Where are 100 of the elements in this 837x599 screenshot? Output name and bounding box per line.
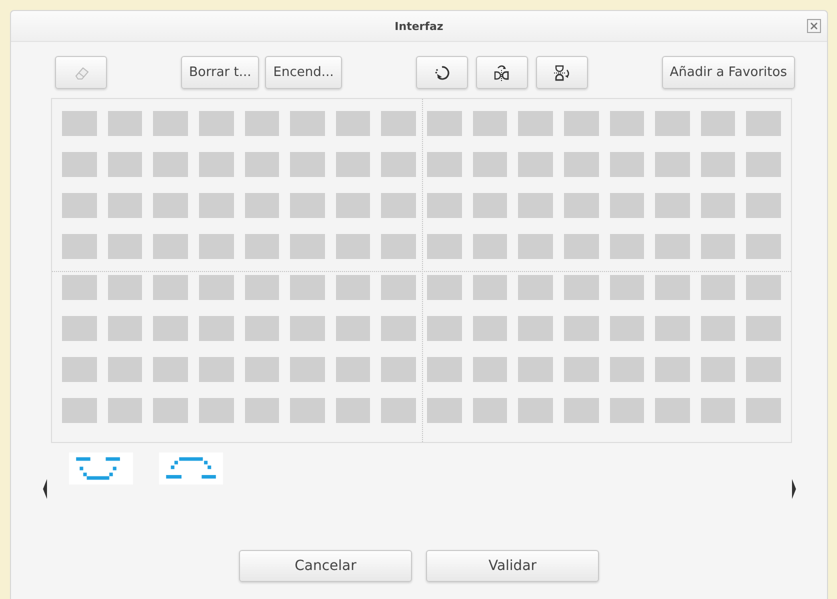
led-cell[interactable] <box>108 316 142 341</box>
led-cell[interactable] <box>564 357 598 382</box>
led-cell[interactable] <box>655 111 690 136</box>
led-cell[interactable] <box>564 316 598 341</box>
led-cell[interactable] <box>290 193 325 218</box>
led-cell[interactable] <box>62 193 97 218</box>
led-cell[interactable] <box>427 357 462 382</box>
led-cell[interactable] <box>472 234 508 259</box>
led-cell[interactable] <box>336 398 370 423</box>
led-cell[interactable] <box>108 152 142 177</box>
led-cell[interactable] <box>472 152 508 177</box>
led-cell[interactable] <box>244 152 280 177</box>
toolbar-button[interactable]: Encend... <box>265 56 342 89</box>
eraser-button[interactable] <box>55 56 107 89</box>
led-cell[interactable] <box>746 152 781 177</box>
led-cell[interactable] <box>244 357 280 382</box>
led-cell[interactable] <box>564 193 598 218</box>
led-cell[interactable] <box>610 234 644 259</box>
led-cell[interactable] <box>198 398 234 423</box>
led-cell[interactable] <box>472 357 508 382</box>
led-cell[interactable] <box>381 357 416 382</box>
dialog-button[interactable]: Cancelar <box>239 550 412 582</box>
led-cell[interactable] <box>336 193 370 218</box>
led-cell[interactable] <box>290 316 325 341</box>
led-cell[interactable] <box>746 275 781 300</box>
led-cell[interactable] <box>108 398 142 423</box>
led-cell[interactable] <box>427 275 462 300</box>
led-cell[interactable] <box>700 275 736 300</box>
led-cell[interactable] <box>244 316 280 341</box>
led-cell[interactable] <box>108 234 142 259</box>
led-cell[interactable] <box>700 234 736 259</box>
led-cell[interactable] <box>472 398 508 423</box>
led-cell[interactable] <box>610 398 644 423</box>
led-cell[interactable] <box>655 152 690 177</box>
led-cell[interactable] <box>153 316 188 341</box>
led-cell[interactable] <box>518 234 553 259</box>
led-cell[interactable] <box>198 275 234 300</box>
led-cell[interactable] <box>108 357 142 382</box>
led-cell[interactable] <box>290 234 325 259</box>
close-icon[interactable] <box>807 19 821 33</box>
led-cell[interactable] <box>472 316 508 341</box>
led-cell[interactable] <box>381 398 416 423</box>
led-cell[interactable] <box>381 316 416 341</box>
led-cell[interactable] <box>198 193 234 218</box>
led-cell[interactable] <box>381 111 416 136</box>
mirror-button[interactable] <box>476 56 528 89</box>
led-cell[interactable] <box>610 111 644 136</box>
toolbar-button[interactable]: Borrar t... <box>181 56 260 89</box>
dialog-button[interactable]: Validar <box>426 550 599 582</box>
led-cell[interactable] <box>381 193 416 218</box>
led-cell[interactable] <box>153 193 188 218</box>
led-cell[interactable] <box>427 398 462 423</box>
led-cell[interactable] <box>153 152 188 177</box>
led-cell[interactable] <box>564 111 598 136</box>
led-cell[interactable] <box>564 234 598 259</box>
led-cell[interactable] <box>700 152 736 177</box>
led-cell[interactable] <box>198 234 234 259</box>
led-cell[interactable] <box>564 398 598 423</box>
led-cell[interactable] <box>472 111 508 136</box>
led-cell[interactable] <box>746 357 781 382</box>
led-cell[interactable] <box>700 398 736 423</box>
led-cell[interactable] <box>655 398 690 423</box>
led-cell[interactable] <box>610 152 644 177</box>
right-arrow-icon[interactable] <box>791 478 797 500</box>
led-cell[interactable] <box>244 275 280 300</box>
led-cell[interactable] <box>198 316 234 341</box>
led-cell[interactable] <box>746 111 781 136</box>
led-cell[interactable] <box>62 234 97 259</box>
led-cell[interactable] <box>518 275 553 300</box>
led-cell[interactable] <box>655 234 690 259</box>
led-cell[interactable] <box>336 316 370 341</box>
led-cell[interactable] <box>336 234 370 259</box>
led-cell[interactable] <box>244 234 280 259</box>
led-cell[interactable] <box>610 193 644 218</box>
led-cell[interactable] <box>518 152 553 177</box>
led-cell[interactable] <box>472 275 508 300</box>
led-cell[interactable] <box>244 398 280 423</box>
led-cell[interactable] <box>427 111 462 136</box>
toolbar-button[interactable]: Añadir a Favoritos <box>662 56 795 89</box>
led-cell[interactable] <box>655 316 690 341</box>
led-cell[interactable] <box>700 111 736 136</box>
led-cell[interactable] <box>198 152 234 177</box>
led-cell[interactable] <box>610 316 644 341</box>
led-cell[interactable] <box>153 398 188 423</box>
smile-pattern-icon[interactable] <box>69 452 133 485</box>
led-cell[interactable] <box>518 357 553 382</box>
led-cell[interactable] <box>381 234 416 259</box>
led-cell[interactable] <box>153 275 188 300</box>
led-cell[interactable] <box>746 193 781 218</box>
led-cell[interactable] <box>198 357 234 382</box>
led-cell[interactable] <box>62 275 97 300</box>
led-cell[interactable] <box>472 193 508 218</box>
led-cell[interactable] <box>198 111 234 136</box>
led-cell[interactable] <box>564 275 598 300</box>
led-cell[interactable] <box>336 357 370 382</box>
led-cell[interactable] <box>655 357 690 382</box>
led-cell[interactable] <box>610 275 644 300</box>
led-cell[interactable] <box>62 398 97 423</box>
led-cell[interactable] <box>108 111 142 136</box>
led-cell[interactable] <box>610 357 644 382</box>
